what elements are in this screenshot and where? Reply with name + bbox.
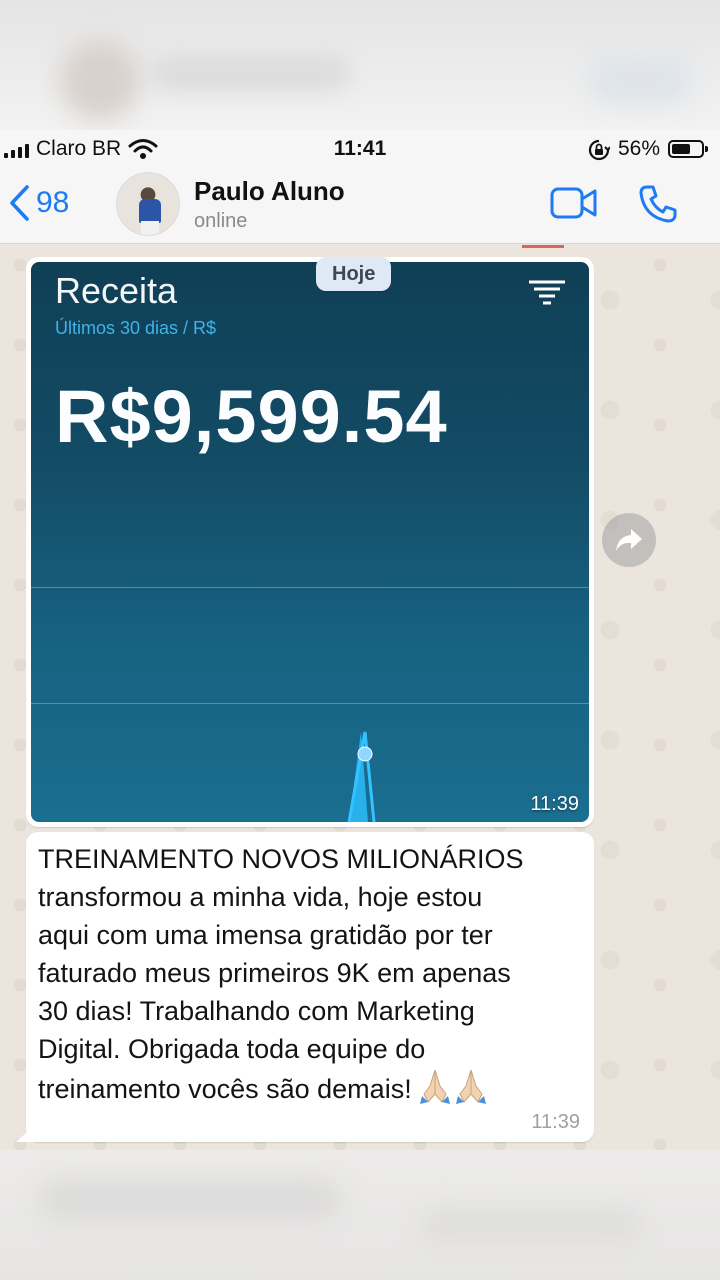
message-timestamp: 11:39: [531, 1111, 580, 1133]
back-chevron-icon: [10, 185, 29, 221]
avatar[interactable]: [116, 172, 180, 236]
image-message[interactable]: Receita Últimos 30 dias / R$ R$9,599.54 …: [26, 257, 594, 827]
image-timestamp: 11:39: [530, 793, 579, 815]
message-line-last: treinamento vocês são demais!: [38, 1068, 582, 1114]
message-line: transformou a minha vida, hoje estou: [38, 882, 483, 912]
contact-status: online: [194, 210, 248, 232]
message-line: 30 dias! Trabalhando com Marketing: [38, 996, 475, 1026]
forward-button[interactable]: [602, 513, 656, 567]
battery-percent: 56%: [618, 137, 661, 160]
blurred-background-bottom: [0, 1150, 720, 1280]
chat-area: Receita Últimos 30 dias / R$ R$9,599.54 …: [0, 245, 720, 1150]
message-line: aqui com uma imensa gratidão por ter: [38, 920, 493, 950]
folded-hands-emoji: [418, 1068, 488, 1114]
back-button[interactable]: 98: [8, 184, 69, 222]
chat-header: 98 Paulo Aluno online: [0, 166, 720, 244]
battery-icon: [668, 140, 708, 158]
blurred-background-top: [0, 0, 720, 130]
video-call-icon: [550, 187, 597, 219]
message-line: treinamento vocês são demais!: [38, 1074, 412, 1105]
contact-name[interactable]: Paulo Aluno: [194, 176, 345, 207]
text-message[interactable]: TREINAMENTO NOVOS MILIONÁRIOS transformo…: [26, 832, 594, 1142]
message-body: TREINAMENTO NOVOS MILIONÁRIOS transformo…: [38, 840, 582, 1114]
chart-point: [357, 746, 373, 762]
status-bar: Claro BR 11:41 56%: [0, 130, 720, 166]
status-time: 11:41: [333, 137, 387, 160]
phone-icon: [639, 185, 677, 223]
unread-count: 98: [36, 186, 70, 219]
voice-call-button[interactable]: [638, 184, 678, 229]
orientation-lock-icon: [588, 139, 611, 167]
message-line: TREINAMENTO NOVOS MILIONÁRIOS: [38, 844, 524, 874]
date-label: Hoje: [316, 257, 392, 291]
video-call-button[interactable]: [550, 186, 598, 225]
revenue-screenshot: Receita Últimos 30 dias / R$ R$9,599.54 …: [31, 262, 589, 822]
forward-icon: [616, 529, 642, 551]
divider-mark: [522, 245, 564, 248]
message-line: faturado meus primeiros 9K em apenas: [38, 958, 511, 988]
message-line: Digital. Obrigada toda equipe do: [38, 1034, 426, 1064]
revenue-chart: [347, 731, 376, 822]
